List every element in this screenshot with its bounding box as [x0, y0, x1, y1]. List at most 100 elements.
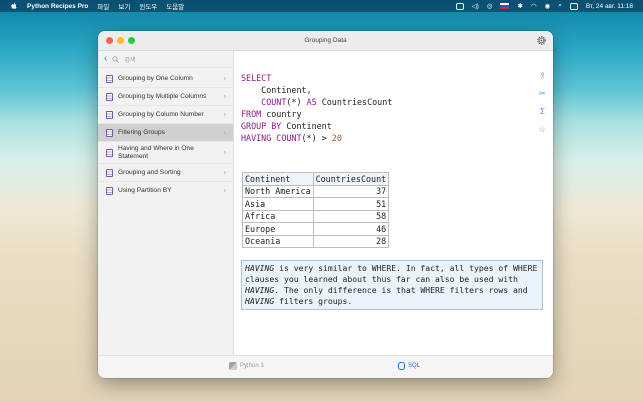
sidebar-item-grouping-column-number[interactable]: Grouping by Column Number › [98, 106, 233, 124]
code-text: (*) [286, 97, 307, 107]
sidebar-item-using-partition-by[interactable]: Using Partition BY › [98, 182, 233, 200]
sidebar-item-label: Having and Where in One Statement [118, 144, 194, 160]
chevron-right-icon: › [223, 187, 226, 195]
table-cell: 46 [312, 222, 390, 236]
table-cell: Oceania [242, 234, 314, 248]
table-cell: Asia [242, 197, 314, 211]
code-number: 20 [331, 133, 342, 143]
cut-icon[interactable]: ✂ [538, 89, 547, 98]
menu-window[interactable]: 윈도우 [139, 1, 157, 11]
menu-app-name[interactable]: Python Recipes Pro [27, 3, 88, 10]
document-icon [106, 128, 113, 137]
table-cell: North America [242, 184, 314, 198]
code-text: (*) > [301, 133, 332, 143]
table-cell: Europe [242, 222, 314, 236]
sidebar-item-filtering-groups[interactable]: Filtering Groups › [98, 124, 233, 142]
globe-status-icon[interactable]: ◎ [487, 2, 493, 10]
table-cell: Africa [242, 209, 314, 223]
document-icon [106, 74, 113, 83]
code-text: Continent, [241, 85, 312, 95]
code-keyword: COUNT [241, 97, 287, 107]
bluetooth-icon[interactable]: ✱ [517, 2, 522, 10]
menu-clock[interactable]: Вт, 24 авг. 11:18 [586, 3, 633, 10]
sidebar-item-label: Grouping and Sorting [118, 168, 181, 176]
menu-view[interactable]: 보기 [118, 1, 130, 11]
note-emphasis: HAVING [245, 296, 275, 306]
sidebar-item-label: Using Partition BY [118, 187, 172, 194]
star-icon[interactable]: ☆ [538, 125, 547, 134]
search-icon [112, 55, 120, 63]
menu-file[interactable]: 파일 [97, 1, 109, 11]
note-text: filters groups. [274, 296, 353, 306]
result-table: Continent CountriesCount North America 3… [242, 172, 390, 248]
tab-label: SQL [408, 363, 421, 369]
title-bar[interactable]: Grouping Data [98, 31, 553, 51]
document-icon [106, 168, 113, 177]
menu-help[interactable]: 도움말 [166, 1, 184, 11]
sidebar-item-grouping-multiple-columns[interactable]: Grouping by Multiple Columns › [98, 88, 233, 106]
table-cell: 58 [312, 209, 390, 223]
sql-code-block[interactable]: SELECT Continent, COUNT(*) AS CountriesC… [241, 72, 392, 144]
chevron-right-icon: › [223, 169, 226, 176]
message-status-icon[interactable] [455, 2, 464, 10]
table-header: CountriesCount [312, 172, 390, 186]
spotlight-search-icon[interactable]: ⌕ [558, 2, 562, 10]
database-icon [398, 362, 405, 370]
control-center-icon[interactable] [569, 2, 578, 10]
share-icon[interactable]: ⇪ [538, 71, 547, 80]
document-icon [106, 110, 113, 119]
document-icon [106, 92, 113, 101]
table-row: Africa 58 [242, 209, 390, 223]
sidebar-item-grouping-and-sorting[interactable]: Grouping and Sorting › [98, 164, 233, 182]
note-emphasis: HAVING [245, 285, 275, 295]
sidebar-toolbar: ‹ 검색 [98, 51, 233, 68]
window-controls [106, 37, 135, 44]
tab-sql[interactable]: SQL [398, 362, 420, 370]
python-icon [229, 362, 237, 370]
apple-icon[interactable] [10, 2, 18, 10]
table-row: Europe 46 [242, 222, 390, 236]
user-icon[interactable]: ◉ [545, 2, 551, 10]
sidebar-item-label: Grouping by Multiple Columns [118, 92, 207, 100]
close-window-button[interactable] [106, 37, 113, 44]
document-icon [106, 148, 113, 157]
table-cell: 37 [312, 184, 390, 198]
table-cell: 28 [312, 234, 390, 248]
note-text: . The only difference is that WHERE filt… [274, 285, 528, 295]
window-title: Grouping Data [304, 37, 347, 44]
back-chevron-icon[interactable]: ‹ [104, 54, 107, 64]
note-text: is very similar to WHERE. In fact, all t… [245, 263, 538, 284]
sidebar: ‹ 검색 Grouping by One Column › Grouping b… [98, 51, 234, 355]
recipe-list: Grouping by One Column › Grouping by Mul… [98, 68, 233, 200]
minimize-window-button[interactable] [117, 37, 124, 44]
zoom-window-button[interactable] [128, 37, 135, 44]
bottom-tab-bar: Python 3 SQL [98, 355, 553, 378]
sidebar-item-label: Filtering Groups [118, 128, 165, 136]
recipe-content: SELECT Continent, COUNT(*) AS CountriesC… [234, 51, 553, 355]
code-keyword: AS [306, 97, 317, 107]
document-icon [106, 187, 113, 195]
table-row: Oceania 28 [242, 234, 390, 248]
search-input[interactable]: 검색 [124, 55, 135, 64]
code-text: CountriesCount [316, 97, 393, 107]
content-toolbar: ⇪ ✂ Σ ☆ [538, 71, 547, 134]
chevron-right-icon: › [223, 93, 226, 100]
gear-icon[interactable] [536, 35, 547, 46]
tab-label: Python 3 [240, 363, 264, 369]
tab-python[interactable]: Python 3 [229, 362, 264, 370]
app-window: Grouping Data ‹ 검색 Grouping by One Colum… [98, 31, 553, 378]
wifi-icon[interactable]: ◠ [531, 2, 537, 10]
sigma-icon[interactable]: Σ [538, 107, 547, 116]
chevron-right-icon: › [223, 149, 226, 156]
table-row: Asia 51 [242, 197, 390, 211]
sidebar-item-grouping-one-column[interactable]: Grouping by One Column › [98, 70, 233, 88]
table-cell: 51 [312, 197, 390, 211]
table-header: Continent [242, 172, 314, 186]
volume-icon[interactable]: ◁) [472, 2, 479, 10]
sidebar-item-label: Grouping by One Column [118, 74, 193, 82]
input-source-flag-icon[interactable] [500, 3, 510, 9]
chevron-right-icon: › [223, 75, 226, 82]
code-keyword: HAVING COUNT [241, 133, 302, 143]
sidebar-item-having-and-where[interactable]: Having and Where in One Statement › [98, 142, 233, 164]
chevron-right-icon: › [223, 111, 226, 118]
